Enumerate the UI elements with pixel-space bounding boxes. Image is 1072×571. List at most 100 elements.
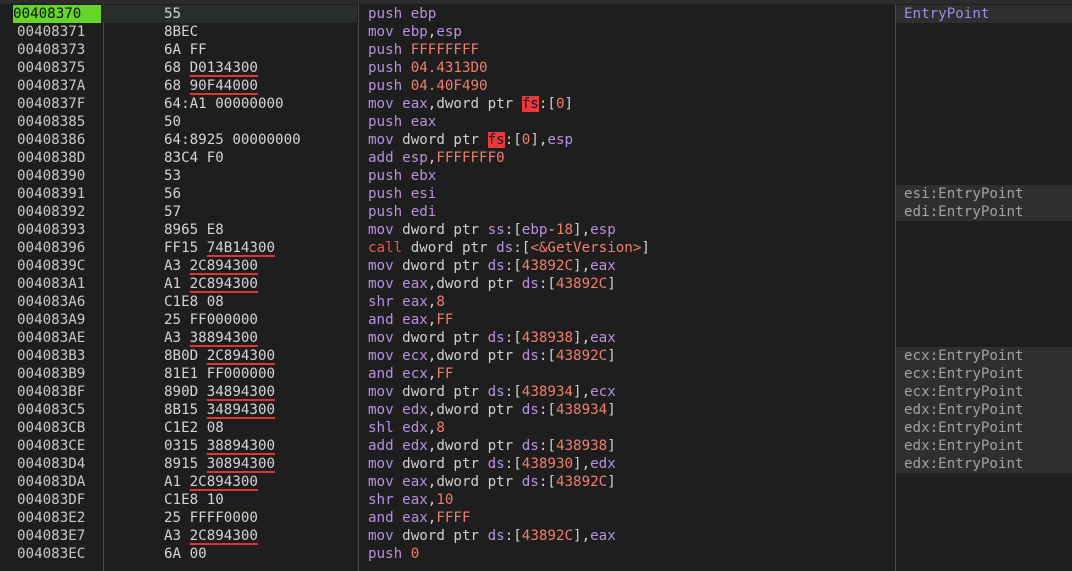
comment-cell[interactable]: edx:EntryPoint [904,455,1024,473]
instruction-row[interactable]: 004083EC 6A 00 push 0 [0,545,1072,563]
address-cell[interactable]: 004083A6 [17,293,85,311]
address-cell[interactable]: 004083B3 [17,347,85,365]
instruction-row[interactable]: 0040839C A3 2C894300 mov dword ptr ds:[438… [0,257,1072,275]
address-cell[interactable]: 004083E7 [17,527,85,545]
instruction-cell[interactable]: mov dword ptr ss:[ebp-18],esp [368,221,616,239]
bytes-cell[interactable]: 6A 00 [164,545,207,563]
bytes-cell[interactable]: C1E2 08 [164,419,224,437]
bytes-cell[interactable]: FF15 74B14300 [164,239,275,257]
bytes-cell[interactable]: 8965 E8 [164,221,224,239]
disassembly-view[interactable]: 00408370 55 push ebp EntryPoint 00408371 8BEC… [0,0,1072,571]
instruction-row[interactable]: 0040837F 64:A1 00000000 mov eax,dword ptr … [0,95,1072,113]
address-cell[interactable]: 004083D4 [17,455,85,473]
bytes-cell[interactable]: 64:A1 00000000 [164,95,284,113]
bytes-cell[interactable]: 64:8925 00000000 [164,131,301,149]
bytes-cell[interactable]: 8B0D 2C894300 [164,347,275,365]
bytes-cell[interactable]: 81E1 FF000000 [164,365,275,383]
instruction-row[interactable]: 004083A9 25 FF000000 and eax,FF [0,311,1072,329]
bytes-cell[interactable]: 8BEC [164,23,198,41]
instruction-cell[interactable]: push ebx [368,167,436,185]
address-cell[interactable]: 004083CE [17,437,85,455]
bytes-cell[interactable]: 55 [164,5,181,23]
address-cell[interactable]: 00408392 [17,203,85,221]
instruction-cell[interactable]: add edx,dword ptr ds:[438938] [368,437,616,455]
instruction-cell[interactable]: mov dword ptr ds:[438934],ecx [368,383,616,401]
instruction-cell[interactable]: shl edx,8 [368,419,445,437]
instruction-cell[interactable]: call dword ptr ds:[<&GetVersion>] [368,239,650,257]
instruction-row[interactable]: 00408391 56 push esi esi:EntryPoint [0,185,1072,203]
instruction-row[interactable]: 00408373 6A FF push FFFFFFFF [0,41,1072,59]
bytes-cell[interactable]: 8915 30894300 [164,455,275,473]
bytes-cell[interactable]: C1E8 10 [164,491,224,509]
instruction-cell[interactable]: mov ebp,esp [368,23,462,41]
bytes-cell[interactable]: 68 90F44000 [164,77,258,95]
comment-cell[interactable]: edx:EntryPoint [904,419,1024,437]
instruction-row[interactable]: 004083DF C1E8 10 shr eax,10 [0,491,1072,509]
instruction-cell[interactable]: mov dword ptr ds:[43892C],eax [368,257,616,275]
instruction-row[interactable]: 0040837A 68 90F44000 push 04.40F490 [0,77,1072,95]
instruction-row[interactable]: 00408375 68 D0134300 push 04.4313D0 [0,59,1072,77]
bytes-cell[interactable]: 890D 34894300 [164,383,275,401]
comment-cell[interactable]: esi:EntryPoint [904,185,1024,203]
instruction-row[interactable]: 004083C5 8B15 34894300 mov edx,dword ptr d… [0,401,1072,419]
instruction-cell[interactable]: push ebp [368,5,436,23]
instruction-row[interactable]: 004083A6 C1E8 08 shr eax,8 [0,293,1072,311]
bytes-cell[interactable]: A1 2C894300 [164,275,258,293]
instruction-cell[interactable]: and eax,FFFF [368,509,471,527]
instruction-cell[interactable]: shr eax,8 [368,293,445,311]
address-cell[interactable]: 0040838D [17,149,85,167]
address-cell[interactable]: 004083DF [17,491,85,509]
instruction-cell[interactable]: and eax,FF [368,311,453,329]
address-cell[interactable]: 004083A1 [17,275,85,293]
instruction-row[interactable]: 004083CE 0315 38894300 add edx,dword ptr d… [0,437,1072,455]
instruction-row[interactable]: 004083CB C1E2 08 shl edx,8 edx:EntryPoint [0,419,1072,437]
address-cell[interactable]: 00408391 [17,185,85,203]
comment-cell[interactable]: ecx:EntryPoint [904,365,1024,383]
instruction-row[interactable]: 004083B9 81E1 FF000000 and ecx,FF ecx:Entry… [0,365,1072,383]
instruction-row[interactable]: 004083BF 890D 34894300 mov dword ptr ds:[4… [0,383,1072,401]
address-cell[interactable]: 00408396 [17,239,85,257]
instruction-row[interactable]: 00408390 53 push ebx [0,167,1072,185]
instruction-cell[interactable]: push edi [368,203,436,221]
instruction-cell[interactable]: mov dword ptr ds:[438938],eax [368,329,616,347]
comment-cell[interactable]: edi:EntryPoint [904,203,1024,221]
bytes-cell[interactable]: 53 [164,167,181,185]
instruction-row[interactable]: 004083DA A1 2C894300 mov eax,dword ptr ds:… [0,473,1072,491]
instruction-cell[interactable]: mov dword ptr ds:[43892C],eax [368,527,616,545]
comment-cell[interactable]: edx:EntryPoint [904,401,1024,419]
bytes-cell[interactable]: A3 2C894300 [164,527,258,545]
instruction-cell[interactable]: and ecx,FF [368,365,453,383]
instruction-row[interactable]: 004083A1 A1 2C894300 mov eax,dword ptr ds:… [0,275,1072,293]
address-cell[interactable]: 00408385 [17,113,85,131]
instruction-cell[interactable]: add esp,FFFFFFF0 [368,149,505,167]
address-cell[interactable]: 004083C5 [17,401,85,419]
address-cell[interactable]: 004083CB [17,419,85,437]
bytes-cell[interactable]: 56 [164,185,181,203]
address-cell[interactable]: 0040837F [17,95,85,113]
bytes-cell[interactable]: A3 38894300 [164,329,258,347]
instruction-cell[interactable]: shr eax,10 [368,491,453,509]
comment-cell[interactable]: EntryPoint [904,5,989,23]
instruction-cell[interactable]: push esi [368,185,436,203]
bytes-cell[interactable]: A1 2C894300 [164,473,258,491]
instruction-cell[interactable]: mov dword ptr fs:[0],esp [368,131,573,149]
bytes-cell[interactable]: 83C4 F0 [164,149,224,167]
instruction-row[interactable]: 00408393 8965 E8 mov dword ptr ss:[ebp-18]… [0,221,1072,239]
instruction-row[interactable]: 00408386 64:8925 00000000 mov dword ptr fs… [0,131,1072,149]
address-cell[interactable]: 004083BF [17,383,85,401]
instruction-cell[interactable]: mov eax,dword ptr ds:[43892C] [368,473,616,491]
instruction-row[interactable]: 0040838D 83C4 F0 add esp,FFFFFFF0 [0,149,1072,167]
instruction-row[interactable]: 004083E7 A3 2C894300 mov dword ptr ds:[438… [0,527,1072,545]
instruction-row[interactable]: 004083D4 8915 30894300 mov dword ptr ds:[4… [0,455,1072,473]
instruction-cell[interactable]: push 0 [368,545,419,563]
bytes-cell[interactable]: 50 [164,113,181,131]
address-cell[interactable]: 00408371 [17,23,85,41]
instruction-cell[interactable]: push FFFFFFFF [368,41,479,59]
instruction-row[interactable]: 004083AE A3 38894300 mov dword ptr ds:[438… [0,329,1072,347]
instruction-cell[interactable]: mov ecx,dword ptr ds:[43892C] [368,347,616,365]
bytes-cell[interactable]: 68 D0134300 [164,59,258,77]
bytes-cell[interactable]: C1E8 08 [164,293,224,311]
comment-cell[interactable]: edx:EntryPoint [904,437,1024,455]
instruction-cell[interactable]: mov eax,dword ptr fs:[0] [368,95,573,113]
comment-cell[interactable]: ecx:EntryPoint [904,347,1024,365]
